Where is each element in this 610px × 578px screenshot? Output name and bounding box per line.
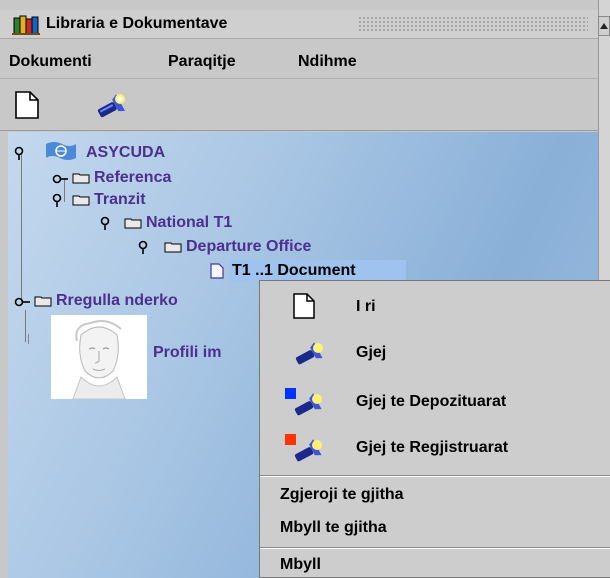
menu-item-label: Gjej: [356, 344, 387, 361]
tree-node-label: Departure Office: [186, 238, 312, 255]
menu-item-label: Mbyll: [280, 556, 321, 573]
flashlight-search-icon[interactable]: [94, 90, 128, 122]
toolbar: [0, 80, 598, 131]
menu-item-label: Gjej te Depozituarat: [356, 393, 507, 410]
expanded-handle-icon[interactable]: [52, 193, 62, 207]
menu-separator: [260, 475, 610, 477]
tree-node-label: Rregulla nderko: [56, 292, 178, 309]
menu-item-collapse-all[interactable]: Mbyll te gjitha: [260, 514, 610, 542]
menu-item-label: Mbyll te gjitha: [280, 519, 387, 536]
menu-item-new[interactable]: I ri: [260, 287, 610, 327]
title-bar-grip: [358, 16, 588, 32]
menu-item-close[interactable]: Mbyll: [260, 553, 610, 577]
profile-avatar: [51, 315, 147, 400]
tree-guide-line: [21, 154, 22, 302]
menu-item-label: Zgjeroji te gjitha: [280, 486, 404, 503]
tree-node-label: ASYCUDA: [86, 144, 166, 161]
library-books-icon: [12, 12, 42, 36]
menu-dokumenti[interactable]: Dokumenti: [9, 53, 92, 71]
menu-item-expand-all[interactable]: Zgjeroji te gjitha: [260, 481, 610, 509]
stored-search-icon: [284, 387, 326, 422]
profile-label: Profili im: [153, 344, 222, 361]
tree-node-label: Referenca: [94, 169, 172, 186]
tree-guide-line: [28, 334, 29, 344]
scroll-up-button[interactable]: [598, 16, 610, 36]
new-document-icon: [292, 292, 316, 325]
menu-item-find-stored[interactable]: Gjej te Depozituarat: [260, 381, 610, 421]
context-menu: I ri Gjej Gjej te Depozituarat Gjej te R…: [259, 280, 610, 578]
tree-node-label: National T1: [146, 214, 233, 231]
menu-ndihme[interactable]: Ndihme: [298, 53, 357, 71]
folder-icon: [72, 171, 90, 184]
menu-item-label: Gjej te Regjistruarat: [356, 439, 509, 456]
collapsed-handle-icon[interactable]: [14, 294, 30, 307]
tree-node-label: Tranzit: [94, 191, 146, 208]
document-icon: [210, 263, 224, 279]
menu-bar: Dokumenti Paraqitje Ndihme: [0, 44, 598, 79]
title-bar[interactable]: Libraria e Dokumentave: [0, 10, 598, 39]
menu-item-label: I ri: [356, 298, 376, 315]
expanded-handle-icon[interactable]: [14, 146, 24, 160]
tree-guide-line: [25, 310, 26, 342]
menu-separator: [260, 547, 610, 549]
new-document-icon[interactable]: [14, 90, 48, 122]
expanded-handle-icon[interactable]: [100, 216, 110, 230]
collapsed-handle-icon[interactable]: [52, 171, 68, 184]
menu-paraqitje[interactable]: Paraqitje: [168, 53, 236, 71]
folder-icon: [124, 216, 142, 229]
registered-search-icon: [284, 433, 326, 468]
un-flag-icon: [44, 140, 78, 162]
expanded-handle-icon[interactable]: [138, 240, 148, 254]
window-title: Libraria e Dokumentave: [46, 15, 228, 32]
flashlight-search-icon: [292, 340, 326, 371]
menu-item-find[interactable]: Gjej: [260, 332, 610, 372]
menu-item-find-registered[interactable]: Gjej te Regjistruarat: [260, 427, 610, 467]
folder-icon: [164, 240, 182, 253]
folder-icon: [34, 294, 52, 307]
tree-node-label: T1 ..1 Document: [232, 262, 356, 279]
folder-icon: [72, 193, 90, 206]
